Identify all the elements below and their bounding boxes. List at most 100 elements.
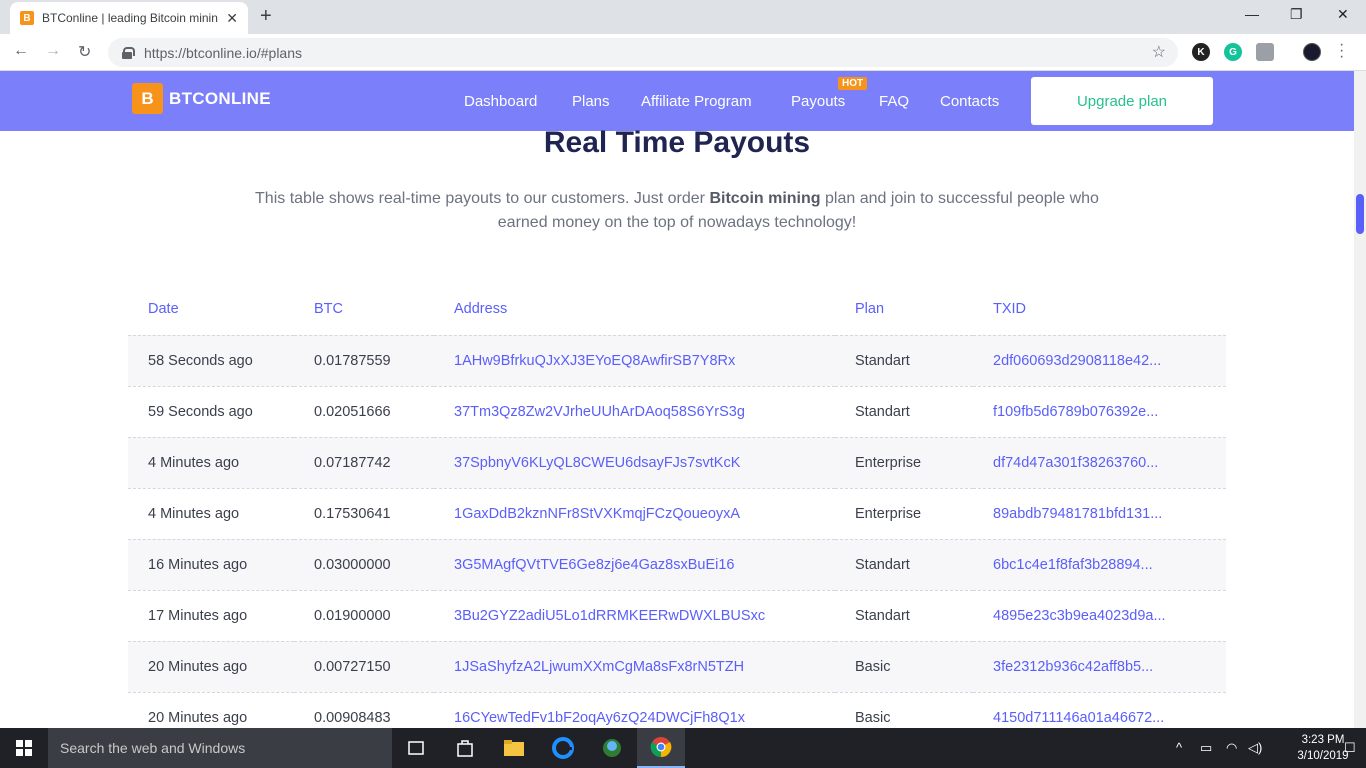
cell-plan: Standart	[835, 335, 973, 387]
close-window-button[interactable]: ✕	[1337, 6, 1349, 23]
cell-date: 20 Minutes ago	[128, 692, 294, 728]
browser-toolbar: ← → ↻ https://btconline.io/#plans ☆ K G …	[0, 34, 1366, 71]
cell-plan: Basic	[835, 641, 973, 693]
cell-date: 4 Minutes ago	[128, 437, 294, 489]
nav-contacts[interactable]: Contacts	[940, 93, 999, 110]
close-tab-icon[interactable]: ✕	[226, 10, 238, 27]
table-row: 59 Seconds ago 0.02051666 37Tm3Qz8Zw2VJrhe…	[128, 386, 1226, 438]
url-text: https://btconline.io/#plans	[144, 44, 303, 61]
reload-button[interactable]: ↻	[78, 42, 91, 62]
address-bar[interactable]: https://btconline.io/#plans ☆	[108, 38, 1178, 67]
site-logo[interactable]: B BTCONLINE	[132, 83, 271, 114]
cell-btc: 0.01900000	[294, 590, 434, 642]
extension-k-icon[interactable]: K	[1192, 43, 1210, 61]
web-page: B BTCONLINE Dashboard Plans Affiliate Pr…	[0, 71, 1366, 728]
upgrade-plan-button[interactable]: Upgrade plan	[1031, 77, 1213, 125]
cell-plan: Standart	[835, 590, 973, 642]
lock-icon	[122, 46, 135, 59]
page-scrollbar[interactable]	[1354, 71, 1366, 728]
cell-txid-link[interactable]: 89abdb79481781bfd131...	[973, 488, 1226, 540]
cell-plan: Standart	[835, 539, 973, 591]
browser-tabbar: B BTConline | leading Bitcoin minin ✕ + …	[0, 0, 1366, 34]
cell-address-link[interactable]: 3Bu2GYZ2adiU5Lo1dRRMKEERwDWXLBUSxc	[434, 590, 835, 642]
bitcoin-favicon-icon: B	[20, 11, 34, 25]
nav-affiliate-program[interactable]: Affiliate Program	[641, 93, 752, 110]
shield-extension-icon[interactable]	[1256, 43, 1274, 61]
profile-avatar[interactable]	[1303, 43, 1321, 61]
cell-txid-link[interactable]: 4895e23c3b9ea4023d9a...	[973, 590, 1226, 642]
store-icon[interactable]	[441, 728, 489, 768]
wifi-icon[interactable]: ◠	[1226, 740, 1237, 756]
column-header-btc: BTC	[294, 284, 434, 336]
section-title: Real Time Payouts	[543, 126, 811, 159]
cell-btc: 0.00908483	[294, 692, 434, 728]
nav-dashboard[interactable]: Dashboard	[464, 93, 537, 110]
column-header-address: Address	[434, 284, 835, 336]
chevron-up-icon[interactable]: ^	[1176, 740, 1182, 755]
forward-button[interactable]: →	[45, 42, 61, 60]
nav-payouts[interactable]: Payouts	[791, 93, 845, 110]
cell-txid-link[interactable]: f109fb5d6789b076392e...	[973, 386, 1226, 438]
cell-btc: 0.00727150	[294, 641, 434, 693]
cell-txid-link[interactable]: 6bc1c4e1f8faf3b28894...	[973, 539, 1226, 591]
cell-address-link[interactable]: 37Tm3Qz8Zw2VJrheUUhArDAoq58S6YrS3g	[434, 386, 835, 438]
hot-badge: HOT	[838, 77, 868, 90]
column-header-date: Date	[128, 284, 294, 336]
new-tab-button[interactable]: +	[260, 5, 272, 28]
browser-tab[interactable]: B BTConline | leading Bitcoin minin ✕	[10, 2, 248, 34]
cell-txid-link[interactable]: df74d47a301f38263760...	[973, 437, 1226, 489]
cell-address-link[interactable]: 1AHw9BfrkuQJxXJ3EYoEQ8AwfirSB7Y8Rx	[434, 335, 835, 387]
payouts-table-body: 58 Seconds ago 0.01787559 1AHw9BfrkuQJxXJ3…	[128, 335, 1226, 728]
minimize-button[interactable]: —	[1245, 6, 1259, 22]
cell-txid-link[interactable]: 4150d711146a01a46672...	[973, 692, 1226, 728]
table-row: 16 Minutes ago 0.03000000 3G5MAgfQVtTVE6Ge…	[128, 539, 1226, 591]
cell-btc: 0.07187742	[294, 437, 434, 489]
site-header: B BTCONLINE Dashboard Plans Affiliate Pr…	[0, 71, 1354, 131]
cell-btc: 0.03000000	[294, 539, 434, 591]
cell-plan: Basic	[835, 692, 973, 728]
photos-app-icon[interactable]	[588, 728, 636, 768]
nav-plans[interactable]: Plans	[572, 93, 610, 110]
cell-date: 58 Seconds ago	[128, 335, 294, 387]
cell-date: 59 Seconds ago	[128, 386, 294, 438]
cell-plan: Enterprise	[835, 488, 973, 540]
battery-icon[interactable]: ▭	[1200, 740, 1212, 756]
section-description: This table shows real-time payouts to ou…	[255, 190, 1099, 231]
volume-icon[interactable]: ◁)	[1248, 740, 1262, 756]
notification-icon[interactable]: ☐	[1344, 740, 1356, 756]
chrome-icon[interactable]	[637, 728, 685, 768]
cell-date: 20 Minutes ago	[128, 641, 294, 693]
table-row: 4 Minutes ago 0.07187742 37SpbnyV6KLyQL8CW…	[128, 437, 1226, 489]
column-header-txid: TXID	[973, 284, 1226, 336]
cell-date: 4 Minutes ago	[128, 488, 294, 540]
edge-browser-icon[interactable]	[539, 728, 587, 768]
cell-btc: 0.17530641	[294, 488, 434, 540]
cell-txid-link[interactable]: 3fe2312b936c42aff8b5...	[973, 641, 1226, 693]
bookmark-star-icon[interactable]: ☆	[1152, 42, 1166, 62]
cell-plan: Enterprise	[835, 437, 973, 489]
column-header-plan: Plan	[835, 284, 973, 336]
scrollbar-thumb[interactable]	[1356, 194, 1364, 234]
cell-address-link[interactable]: 3G5MAgfQVtTVE6Ge8zj6e4Gaz8sxBuEi16	[434, 539, 835, 591]
file-explorer-icon[interactable]	[490, 728, 538, 768]
cell-address-link[interactable]: 16CYewTedFv1bF2oqAy6zQ24DWCjFh8Q1x	[434, 692, 835, 728]
back-button[interactable]: ←	[13, 42, 29, 60]
task-view-icon[interactable]	[392, 728, 440, 768]
payouts-table: Date BTC Address Plan TXID 58 Seconds ag…	[128, 284, 1226, 728]
cell-txid-link[interactable]: 2df060693d2908118e42...	[973, 335, 1226, 387]
taskbar-search[interactable]: Search the web and Windows	[48, 728, 392, 768]
browser-menu-icon[interactable]: · · ·	[1339, 37, 1344, 65]
table-row: 20 Minutes ago 0.00908483 16CYewTedFv1bF2o…	[128, 692, 1226, 728]
grammarly-icon[interactable]: G	[1224, 43, 1242, 61]
cell-date: 16 Minutes ago	[128, 539, 294, 591]
cell-address-link[interactable]: 1JSaShyfzA2LjwumXXmCgMa8sFx8rN5TZH	[434, 641, 835, 693]
nav-faq[interactable]: FAQ	[879, 93, 909, 110]
start-button[interactable]	[0, 728, 48, 768]
windows-logo-icon	[16, 740, 32, 756]
cell-address-link[interactable]: 1GaxDdB2kznNFr8StVXKmqjFCzQoueoyxA	[434, 488, 835, 540]
restore-button[interactable]: ❐	[1290, 6, 1303, 23]
cell-plan: Standart	[835, 386, 973, 438]
table-row: 20 Minutes ago 0.00727150 1JSaShyfzA2Ljwum…	[128, 641, 1226, 693]
cell-address-link[interactable]: 37SpbnyV6KLyQL8CWEU6dsayFJs7svtKcK	[434, 437, 835, 489]
cell-btc: 0.01787559	[294, 335, 434, 387]
